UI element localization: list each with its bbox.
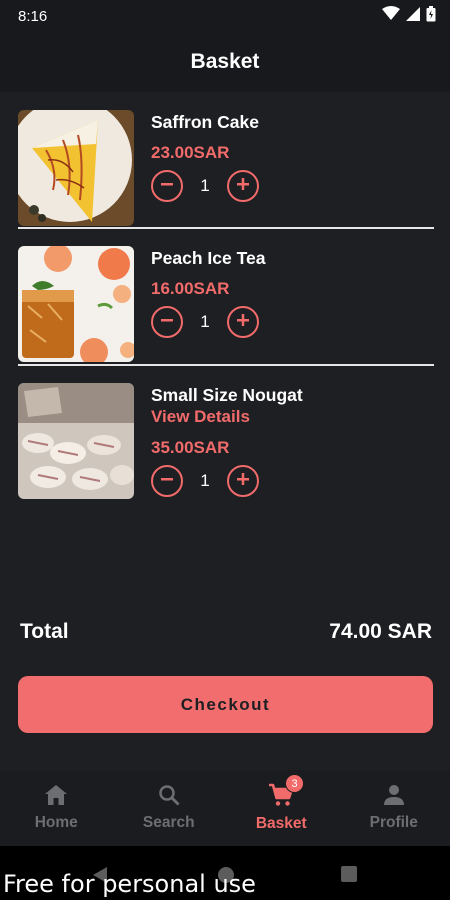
item-image [18, 110, 134, 226]
divider [18, 227, 434, 229]
decrease-button[interactable] [151, 306, 183, 338]
status-icons [382, 5, 436, 27]
decrease-button[interactable] [151, 465, 183, 497]
minus-icon [160, 177, 174, 196]
item-price: 16.00SAR [151, 279, 230, 298]
person-icon [383, 784, 405, 811]
watermark: Free for personal use [3, 870, 256, 898]
total-label: Total [20, 620, 69, 643]
total-row: Total 74.00 SAR [20, 620, 432, 644]
status-bar: 8:16 [0, 0, 450, 32]
nav-basket[interactable]: 3 Basket [225, 770, 338, 846]
item-name: Saffron Cake [151, 112, 259, 132]
nav-profile[interactable]: Profile [338, 770, 450, 846]
status-time: 8:16 [18, 7, 48, 25]
item-image [18, 383, 134, 499]
recents-icon[interactable] [340, 865, 358, 888]
nav-search[interactable]: Search [113, 770, 226, 846]
home-icon [44, 784, 68, 811]
increase-button[interactable] [227, 306, 259, 338]
checkout-button[interactable]: Checkout [18, 676, 433, 733]
quantity-stepper: 1 [151, 170, 259, 202]
increase-button[interactable] [227, 465, 259, 497]
basket-item: Saffron Cake 23.00SAR 1 [18, 110, 434, 228]
item-price: 23.00SAR [151, 143, 230, 162]
nav-label: Profile [369, 814, 418, 831]
plus-icon [236, 472, 250, 491]
item-quantity: 1 [200, 312, 210, 331]
nav-label: Search [142, 814, 195, 831]
signal-icon [406, 6, 420, 26]
nav-home[interactable]: Home [0, 770, 113, 846]
battery-icon [426, 5, 436, 27]
decrease-button[interactable] [151, 170, 183, 202]
minus-icon [160, 313, 174, 332]
nav-label: Basket [255, 815, 307, 832]
item-quantity: 1 [200, 471, 210, 490]
item-name: Small Size Nougat [151, 385, 303, 405]
basket-item: Peach Ice Tea 16.00SAR 1 [18, 246, 434, 364]
plus-icon [236, 313, 250, 332]
view-details-link[interactable]: View Details [151, 407, 250, 427]
quantity-stepper: 1 [151, 465, 259, 497]
bottom-nav: Home Search 3 Basket Profile [0, 770, 450, 846]
item-image [18, 246, 134, 362]
cart-badge: 3 [285, 774, 304, 793]
wifi-icon [382, 6, 400, 26]
nav-label: Home [34, 814, 78, 831]
search-icon [158, 784, 180, 811]
item-price: 35.00SAR [151, 438, 230, 457]
divider [18, 364, 434, 366]
page-title: Basket [190, 50, 260, 73]
header: Basket [0, 32, 450, 92]
increase-button[interactable] [227, 170, 259, 202]
item-name: Peach Ice Tea [151, 248, 266, 268]
basket-item: Small Size Nougat View Details 35.00SAR … [18, 383, 434, 501]
minus-icon [160, 472, 174, 491]
plus-icon [236, 177, 250, 196]
total-value: 74.00 SAR [329, 620, 432, 643]
quantity-stepper: 1 [151, 306, 259, 338]
item-quantity: 1 [200, 176, 210, 195]
